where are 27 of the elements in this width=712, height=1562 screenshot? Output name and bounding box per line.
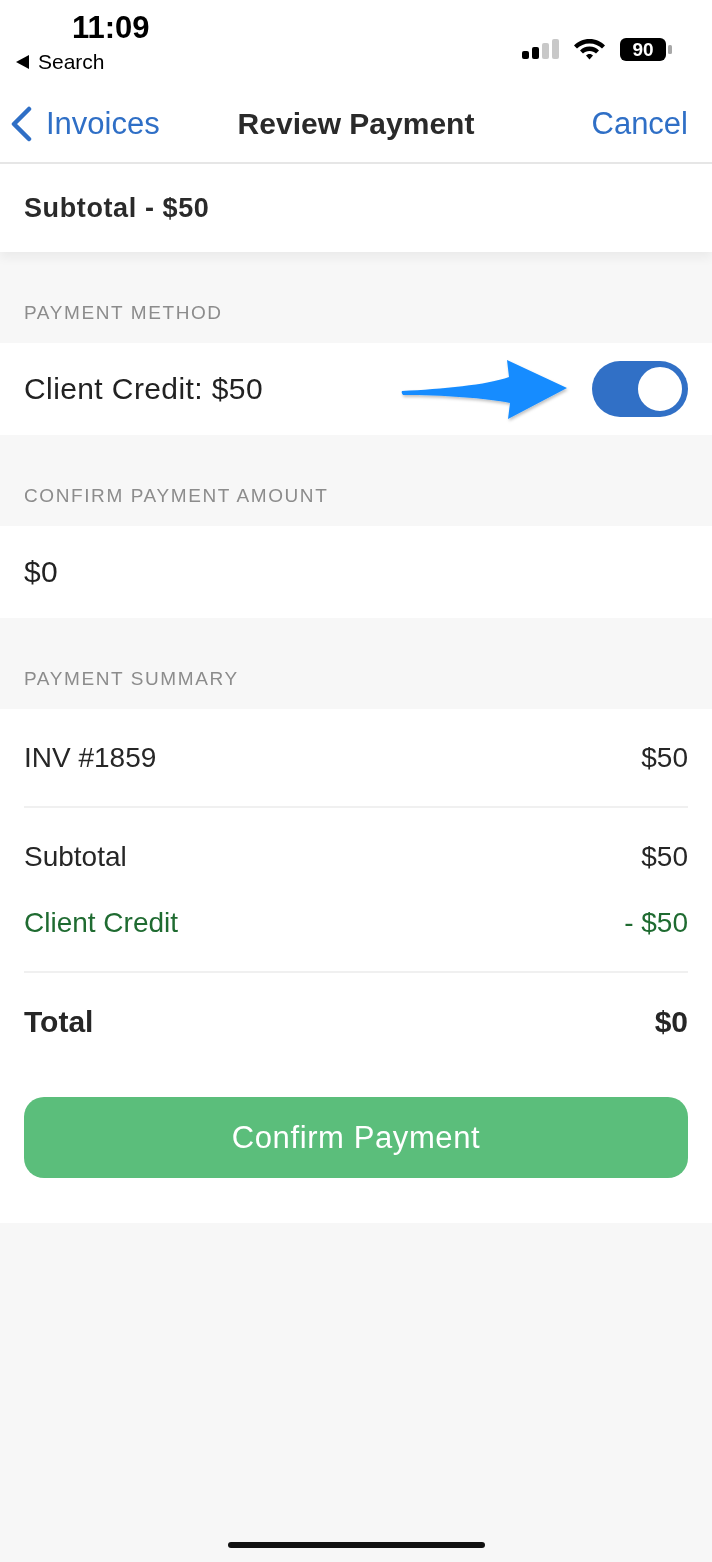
signal-icon (522, 39, 559, 59)
back-triangle-icon[interactable] (16, 55, 30, 69)
summary-label: INV #1859 (24, 742, 157, 774)
summary-amount: $50 (641, 742, 688, 774)
credit-label: Client Credit (24, 907, 179, 939)
section-header: PAYMENT SUMMARY (23, 667, 240, 691)
pointer-arrow-icon (402, 358, 568, 420)
subtotal-banner-text: Subtotal - $50 (24, 192, 210, 224)
status-time: 11:09 (72, 9, 150, 47)
payment-method-label: Client Credit: $50 (24, 372, 263, 406)
invoices-back-button[interactable]: Invoices (10, 105, 160, 142)
battery-cap-icon (668, 44, 672, 54)
screen-title: Review Payment (237, 106, 475, 141)
battery-level: 90 (620, 37, 666, 61)
back-to-search-link[interactable]: Search (38, 50, 105, 74)
section-header: PAYMENT METHOD (23, 301, 224, 325)
section-header: CONFIRM PAYMENT AMOUNT (23, 484, 330, 508)
wifi-icon (573, 37, 606, 61)
total-amount: $0 (654, 1005, 688, 1039)
summary-amount: $50 (641, 841, 688, 873)
credit-amount: - $50 (624, 907, 688, 939)
credit-toggle[interactable] (592, 361, 688, 417)
cancel-button[interactable]: Cancel (591, 105, 688, 142)
summary-label: Subtotal (24, 841, 127, 873)
total-label: Total (24, 1005, 94, 1039)
payment-amount: $0 (24, 555, 59, 589)
back-chevron-icon (10, 105, 32, 142)
